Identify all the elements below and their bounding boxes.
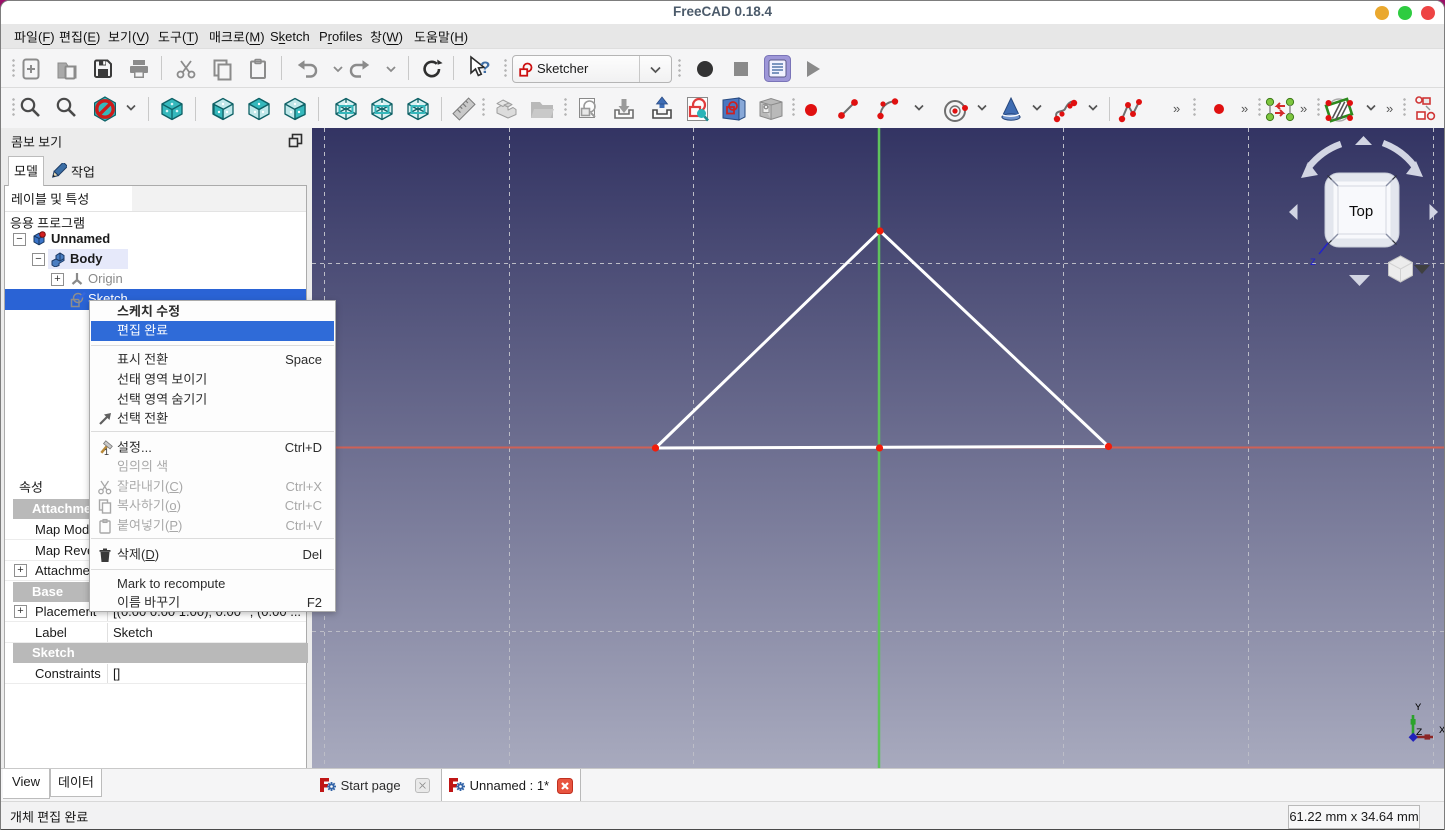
svg-text:z: z (1310, 254, 1316, 268)
svg-text:Top: Top (1349, 203, 1373, 220)
svg-text:?: ? (480, 58, 490, 77)
svg-text:Z: Z (1416, 727, 1422, 739)
svg-text:Y: Y (1415, 702, 1422, 714)
svg-text:1: 1 (104, 447, 109, 456)
svg-text:X: X (1439, 725, 1445, 737)
